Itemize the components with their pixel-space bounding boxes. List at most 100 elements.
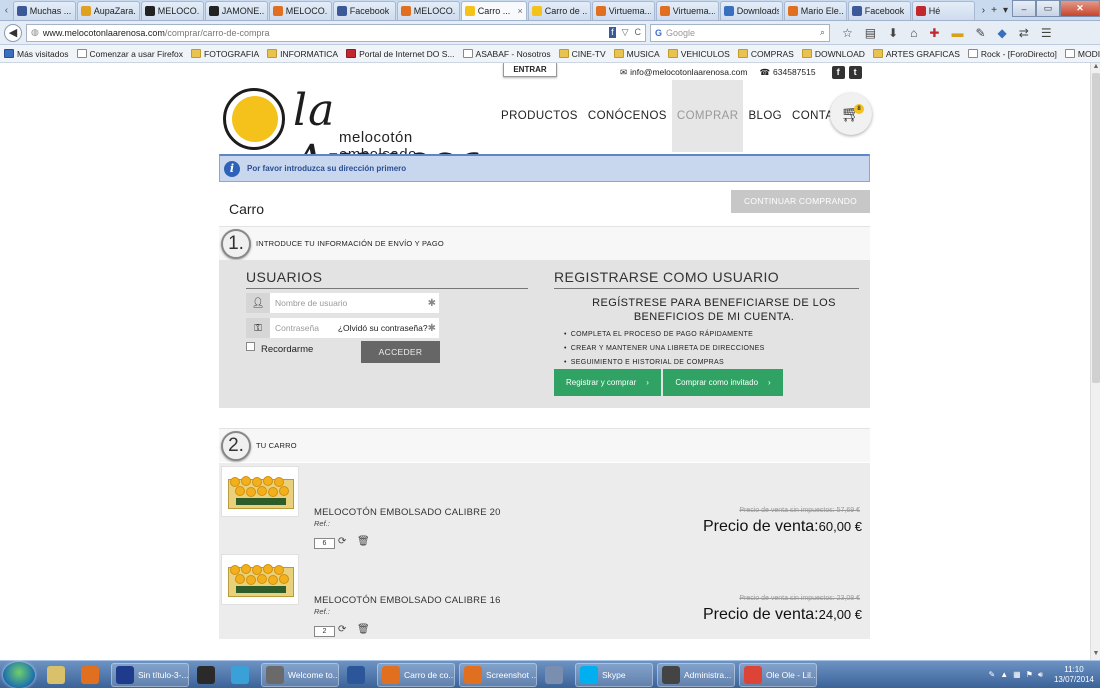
search-bar[interactable]: G Google ⌕ — [650, 23, 830, 42]
product-name[interactable]: MELOCOTÓN EMBOLSADO CALIBRE 16 — [314, 595, 501, 606]
login-tab-button[interactable]: ENTRAR — [503, 63, 557, 77]
refresh-icon[interactable]: ⟳ — [338, 536, 346, 547]
quantity-input[interactable]: 6 — [314, 538, 335, 549]
tab[interactable]: AupaZara... — [76, 1, 140, 20]
bookmark-item[interactable]: CINE-TV — [558, 49, 606, 59]
minimize-button[interactable]: – — [1012, 0, 1036, 17]
dropdown-icon[interactable]: ▽ — [622, 27, 629, 38]
nav-item[interactable]: CONÓCENOS — [583, 80, 672, 152]
scroll-up-icon[interactable]: ▲ — [1091, 63, 1100, 73]
bookmark-item[interactable]: ASABAF - Nosotros — [462, 49, 551, 59]
pen-icon[interactable]: ✎ — [975, 26, 985, 40]
menu-icon[interactable]: ☰ — [1041, 26, 1052, 40]
home-icon[interactable]: ⌂ — [910, 26, 917, 40]
nav-item[interactable]: BLOG — [743, 80, 787, 152]
taskbar-app[interactable]: Sin título-3-... — [111, 662, 189, 687]
tab[interactable]: MELOCO... — [268, 1, 332, 20]
tab[interactable]: Virtuema... — [655, 1, 719, 20]
flag-icon[interactable]: ⚑ — [1026, 670, 1033, 679]
bookmark-item[interactable]: COMPRAS — [737, 49, 794, 59]
pen-tablet-icon[interactable]: ✎ — [989, 670, 996, 679]
start-button[interactable] — [3, 661, 35, 688]
volume-icon[interactable]: 🔊︎ — [1038, 670, 1043, 680]
clock[interactable]: 11:10 13/07/2014 — [1054, 665, 1094, 685]
tab-list-icon[interactable]: ▾ — [1003, 5, 1008, 16]
quantity-input[interactable]: 2 — [314, 626, 335, 637]
taskbar-app[interactable]: Administra... — [657, 662, 735, 687]
product-name[interactable]: MELOCOTÓN EMBOLSADO CALIBRE 20 — [314, 507, 501, 518]
login-button[interactable]: ACCEDER — [361, 341, 440, 363]
search-icon[interactable]: ⌕ — [820, 27, 825, 38]
taskbar-app[interactable] — [77, 663, 107, 687]
bookmark-item[interactable]: Más visitados — [4, 49, 69, 59]
bookmark-item[interactable]: Rock - [ForoDirecto] — [967, 49, 1057, 59]
tray-expand-icon[interactable]: ▲ — [1000, 670, 1008, 679]
new-tab-icon[interactable]: + — [991, 5, 997, 16]
remember-me[interactable]: Recordarme — [246, 342, 313, 355]
tab[interactable]: Facebook — [847, 1, 911, 20]
page-scrollbar[interactable]: ▲ ▼ — [1090, 63, 1100, 660]
tab[interactable]: Downloads — [719, 1, 783, 20]
bookmark-item[interactable]: INFORMATICA — [267, 49, 338, 59]
forgot-password-link[interactable]: ¿Olvidó su contraseña? — [338, 323, 428, 333]
contact-email[interactable]: info@melocotonlaarenosa.com — [630, 67, 747, 77]
tab[interactable]: Muchas ... — [12, 1, 76, 20]
addon-icon[interactable]: ✚ — [929, 26, 939, 40]
taskbar-app[interactable]: Screenshot ... — [459, 662, 537, 687]
guest-checkout-button[interactable]: Comprar como invitado › — [663, 369, 783, 396]
back-button[interactable]: ◀ — [4, 23, 22, 42]
tab[interactable]: Virtuema... — [591, 1, 655, 20]
url-bar[interactable]: ◍ www.melocotonlaarenosa.com /comprar/ca… — [26, 23, 646, 42]
bookmark-item[interactable]: Portal de Internet DO S... — [346, 49, 455, 59]
nav-item[interactable]: COMPRAR — [671, 80, 744, 152]
taskbar-app[interactable]: Skype — [575, 662, 653, 687]
cart-button[interactable]: 🛒︎ 8 — [830, 93, 872, 135]
nav-item[interactable]: PRODUCTOS — [496, 80, 583, 152]
bookmark-item[interactable]: DOWNLOAD — [801, 49, 865, 59]
product-image[interactable] — [221, 554, 299, 605]
site-logo[interactable]: la Arenosa melocotón embolsado — [223, 85, 493, 187]
scrollbar-thumb[interactable] — [1092, 73, 1100, 383]
tab[interactable]: JAMONE... — [204, 1, 268, 20]
reload-icon[interactable]: C — [635, 27, 642, 38]
bookmark-item[interactable]: ARTES GRAFICAS — [872, 49, 960, 59]
tab[interactable]: Mario Ele... — [783, 1, 847, 20]
username-field[interactable]: 👤︎ Nombre de usuario ✱ — [246, 293, 439, 313]
bookmark-item[interactable]: MODIFICAR PERFIL — [1064, 49, 1100, 59]
refresh-icon[interactable]: ⟳ — [338, 624, 346, 635]
taskbar-app[interactable] — [541, 663, 571, 687]
product-image[interactable] — [221, 466, 299, 517]
facebook-addon-icon[interactable]: f — [609, 27, 616, 38]
taskbar-app[interactable] — [43, 663, 73, 687]
register-and-buy-button[interactable]: Registrar y comprar › — [554, 369, 661, 396]
bookmark-item[interactable]: Comenzar a usar Firefox — [76, 49, 183, 59]
tab-close-icon[interactable]: × — [518, 6, 523, 16]
bookmark-item[interactable]: VEHICULOS — [667, 49, 730, 59]
facebook-icon[interactable]: f — [831, 66, 845, 79]
trash-icon[interactable]: 🗑︎ — [357, 624, 370, 635]
tab-scroll-left-icon[interactable]: ‹ — [0, 0, 13, 20]
scroll-down-icon[interactable]: ▼ — [1091, 650, 1100, 660]
taskbar-app[interactable]: Welcome to... — [261, 662, 339, 687]
remember-checkbox[interactable] — [246, 342, 255, 351]
tab-scroll-right-icon[interactable]: › — [982, 5, 985, 16]
taskbar-app[interactable] — [343, 663, 373, 687]
bookmark-star-icon[interactable]: ☆ — [842, 26, 853, 40]
tab[interactable]: Hé — [911, 1, 975, 20]
bookmarks-list-icon[interactable]: ▤ — [865, 26, 876, 40]
taskbar-app[interactable]: Carro de co... — [377, 662, 455, 687]
window-close-button[interactable]: ✕ — [1060, 0, 1100, 17]
download-icon[interactable]: ⬇ — [888, 26, 898, 40]
taskbar-app[interactable] — [193, 663, 223, 687]
twitter-icon[interactable]: t — [848, 66, 862, 79]
maximize-button[interactable]: ▭ — [1036, 0, 1060, 17]
tab-active[interactable]: Carro ... × — [460, 1, 527, 20]
network-icon[interactable]: ▦ — [1013, 670, 1021, 679]
bookmark-item[interactable]: MUSICA — [613, 49, 660, 59]
trash-icon[interactable]: 🗑︎ — [357, 536, 370, 547]
password-field[interactable]: ⚿ Contraseña ¿Olvidó su contraseña? ✱ — [246, 318, 439, 338]
tab[interactable]: Carro de ... — [527, 1, 591, 20]
bookmark-item[interactable]: FOTOGRAFIA — [191, 49, 259, 59]
addon-blue-icon[interactable]: ◆ — [998, 26, 1007, 40]
extra-icon[interactable]: ⇄ — [1019, 26, 1029, 40]
